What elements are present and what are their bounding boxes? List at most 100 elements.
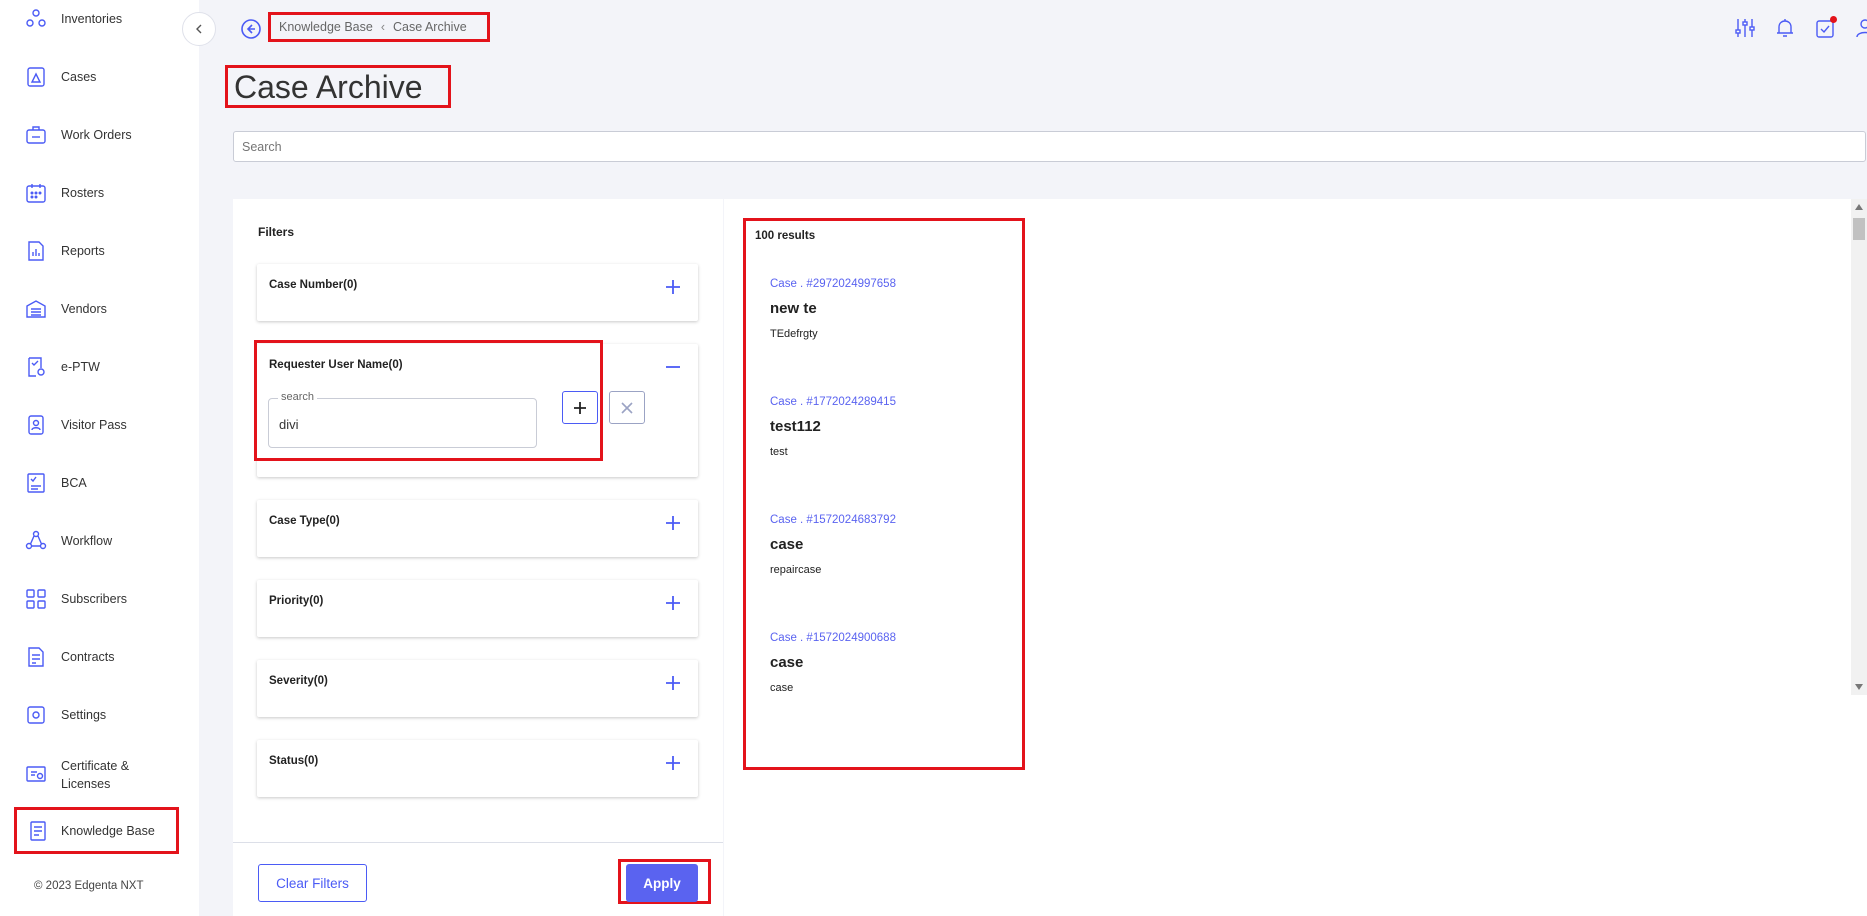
clear-filters-button[interactable]: Clear Filters xyxy=(258,864,367,902)
reports-icon xyxy=(24,239,48,263)
sidebar-item-knowledge-base[interactable]: Knowledge Base xyxy=(14,807,179,854)
result-id[interactable]: Case . #1572024683792 xyxy=(770,513,1010,527)
sidebar-item-label: Subscribers xyxy=(61,592,127,606)
result-item[interactable]: Case . #1572024683792 case repaircase xyxy=(770,513,1010,577)
filter-severity[interactable]: Severity(0) xyxy=(257,660,698,717)
result-id[interactable]: Case . #2972024997658 xyxy=(770,277,1010,291)
sidebar-item-label: Inventories xyxy=(61,12,123,26)
breadcrumb-case-archive: Case Archive xyxy=(393,20,467,34)
result-description: test xyxy=(770,446,788,458)
results-panel: 100 results Case . #2972024997658 new te… xyxy=(724,199,1867,916)
clear-filter-value-button[interactable] xyxy=(609,391,645,424)
sidebar-item-label: Certificate & xyxy=(61,759,130,773)
sidebar-item-label: Workflow xyxy=(61,534,113,548)
filter-label: Priority(0) xyxy=(269,595,324,607)
filter-case-type[interactable]: Case Type(0) xyxy=(257,500,698,557)
filters-footer-divider xyxy=(233,842,723,843)
eptw-icon xyxy=(24,355,48,379)
back-arrow-icon xyxy=(241,19,261,39)
workflow-icon xyxy=(24,529,48,553)
sidebar-item-reports[interactable]: Reports xyxy=(0,227,199,275)
bca-icon xyxy=(24,471,48,495)
scroll-up-arrow-icon[interactable] xyxy=(1855,204,1863,210)
result-description: case xyxy=(770,682,794,694)
apply-button[interactable]: Apply xyxy=(626,864,698,902)
page-title: Case Archive xyxy=(225,65,451,108)
results-scrollbar[interactable] xyxy=(1851,199,1867,695)
breadcrumb: Knowledge Base ‹ Case Archive xyxy=(268,12,490,42)
sidebar-item-contracts[interactable]: Contracts xyxy=(0,633,199,681)
search-field-legend: search xyxy=(278,391,318,403)
plus-icon[interactable] xyxy=(662,276,684,298)
settings-icon xyxy=(24,703,48,727)
result-item[interactable]: Case . #1772024289415 test112 test xyxy=(770,395,1010,459)
back-button[interactable] xyxy=(240,18,262,40)
bell-icon[interactable] xyxy=(1773,16,1797,40)
result-id[interactable]: Case . #1572024900688 xyxy=(770,631,1010,645)
sidebar-item-rosters[interactable]: Rosters xyxy=(0,169,199,217)
filter-priority[interactable]: Priority(0) xyxy=(257,580,698,637)
scroll-thumb[interactable] xyxy=(1853,218,1865,240)
filter-requester-user-name: Requester User Name(0) search xyxy=(254,340,698,477)
result-item[interactable]: Case . #1572024900688 case case xyxy=(770,631,1010,695)
result-title: new te xyxy=(770,300,817,317)
result-title: case xyxy=(770,654,804,671)
vendors-icon xyxy=(24,297,48,321)
scroll-down-arrow-icon[interactable] xyxy=(1855,684,1863,690)
add-filter-value-button[interactable] xyxy=(562,391,598,424)
task-check-icon[interactable] xyxy=(1813,16,1837,40)
plus-icon[interactable] xyxy=(662,672,684,694)
sidebar-item-label-line2: Licenses xyxy=(61,777,111,791)
subscribers-icon xyxy=(24,587,48,611)
contracts-icon xyxy=(24,645,48,669)
sidebar-item-work-orders[interactable]: Work Orders xyxy=(0,111,199,159)
sidebar-item-settings[interactable]: Settings xyxy=(0,691,199,739)
result-description: TEdefrgty xyxy=(770,328,818,340)
sidebar-collapse-button[interactable] xyxy=(182,12,216,46)
result-description: repaircase xyxy=(770,564,822,576)
sidebar-item-label: Cases xyxy=(61,70,97,84)
rosters-icon xyxy=(24,181,48,205)
sidebar-item-cases[interactable]: Cases xyxy=(0,53,199,101)
result-id[interactable]: Case . #1772024289415 xyxy=(770,395,1010,409)
copyright: © 2023 Edgenta NXT xyxy=(34,880,144,892)
sidebar-item-inventories[interactable]: Inventories xyxy=(0,0,199,43)
sidebar-item-workflow[interactable]: Workflow xyxy=(0,517,199,565)
knowledge-base-icon xyxy=(26,819,50,843)
search-input[interactable] xyxy=(233,131,1866,162)
plus-icon[interactable] xyxy=(662,752,684,774)
sidebar-item-vendors[interactable]: Vendors xyxy=(0,285,199,333)
sidebar-item-visitor-pass[interactable]: Visitor Pass xyxy=(0,401,199,449)
sidebar-item-bca[interactable]: BCA xyxy=(0,459,199,507)
cases-icon xyxy=(24,65,48,89)
plus-icon[interactable] xyxy=(662,512,684,534)
filter-case-number[interactable]: Case Number(0) xyxy=(257,264,698,321)
sidebar-item-certificate-licenses[interactable]: Certificate & Licenses xyxy=(0,749,199,801)
requester-search-input[interactable] xyxy=(279,417,519,432)
minus-icon[interactable] xyxy=(662,356,684,378)
sidebar: Inventories Cases Work Orders Rosters Re… xyxy=(0,0,199,916)
filter-label: Status(0) xyxy=(269,755,319,767)
plus-icon xyxy=(574,401,586,414)
breadcrumb-knowledge-base[interactable]: Knowledge Base xyxy=(279,20,373,34)
result-item[interactable]: Case . #2972024997658 new te TEdefrgty xyxy=(770,277,1010,341)
header-actions xyxy=(1733,16,1867,42)
result-title: case xyxy=(770,536,804,553)
sidebar-item-label: Knowledge Base xyxy=(61,823,155,838)
filter-sliders-icon[interactable] xyxy=(1733,16,1757,40)
work-orders-icon xyxy=(24,123,48,147)
close-icon xyxy=(621,401,633,414)
sidebar-item-subscribers[interactable]: Subscribers xyxy=(0,575,199,623)
sidebar-item-label: Visitor Pass xyxy=(61,418,127,432)
inventories-icon xyxy=(24,7,48,31)
notification-dot xyxy=(1830,16,1837,23)
filters-panel: Filters Case Number(0) Requester User Na… xyxy=(233,199,723,916)
result-title: test112 xyxy=(770,418,821,435)
filter-status[interactable]: Status(0) xyxy=(257,740,698,797)
plus-icon[interactable] xyxy=(662,592,684,614)
user-icon[interactable] xyxy=(1853,16,1867,40)
filter-label: Severity(0) xyxy=(269,675,328,687)
filter-label: Case Number(0) xyxy=(269,279,358,291)
sidebar-item-eptw[interactable]: e-PTW xyxy=(0,343,199,391)
sidebar-item-label: Work Orders xyxy=(61,128,132,142)
